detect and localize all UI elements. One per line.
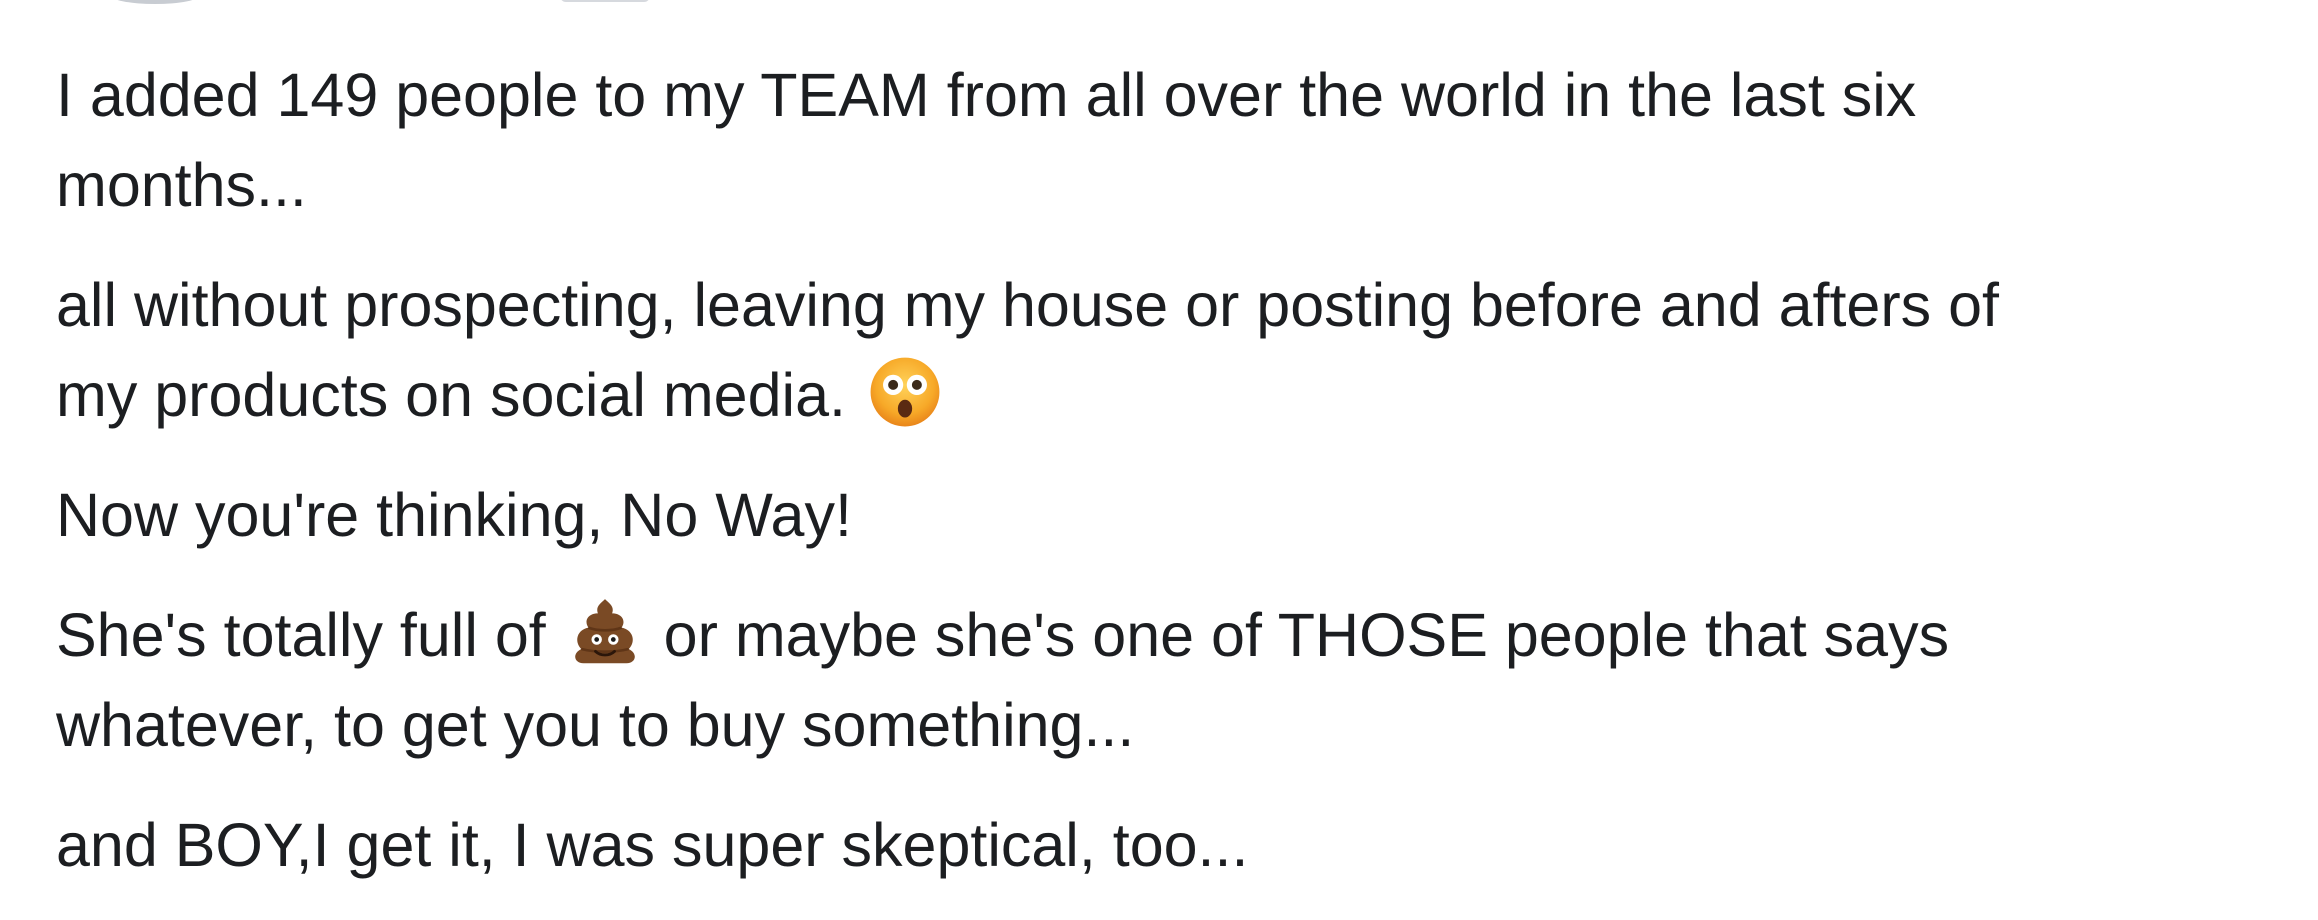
post-line: Now you're thinking, No Way! [56, 481, 852, 549]
post-header-cropped [0, 0, 2318, 6]
pile-of-poo-emoji [574, 599, 635, 664]
astonished-face-emoji [870, 357, 940, 427]
post-line-text: She's totally full of [56, 601, 546, 669]
post-line: I added 149 people to my TEAM from all o… [56, 61, 1917, 129]
post-line: whatever, to get you to buy something... [56, 691, 1135, 759]
post-line: and BOY,I get it, I was super skeptical,… [56, 811, 1249, 879]
post-text: I added 149 people to my TEAM from all o… [56, 50, 2276, 920]
post-line: months... [56, 151, 307, 219]
post-line: She's totally full of or maybe she's one… [56, 590, 2276, 680]
post-line: all without prospecting, leaving my hous… [56, 271, 1999, 339]
post-line: my products on social media. [56, 350, 2276, 440]
avatar[interactable] [110, 0, 200, 4]
post-line-text: or maybe she's one of THOSE people that … [663, 601, 1950, 669]
post-paragraph: Now you're thinking, No Way! [56, 470, 2276, 560]
post-line-text: my products on social media. [56, 361, 846, 429]
post-paragraph: I added 149 people to my TEAM from all o… [56, 50, 2276, 230]
author-name-cropped[interactable] [560, 0, 650, 2]
post-paragraph: all without prospecting, leaving my hous… [56, 260, 2276, 440]
post-paragraph: and BOY,I get it, I was super skeptical,… [56, 800, 2276, 890]
post-paragraph: She's totally full of or maybe she's one… [56, 590, 2276, 770]
